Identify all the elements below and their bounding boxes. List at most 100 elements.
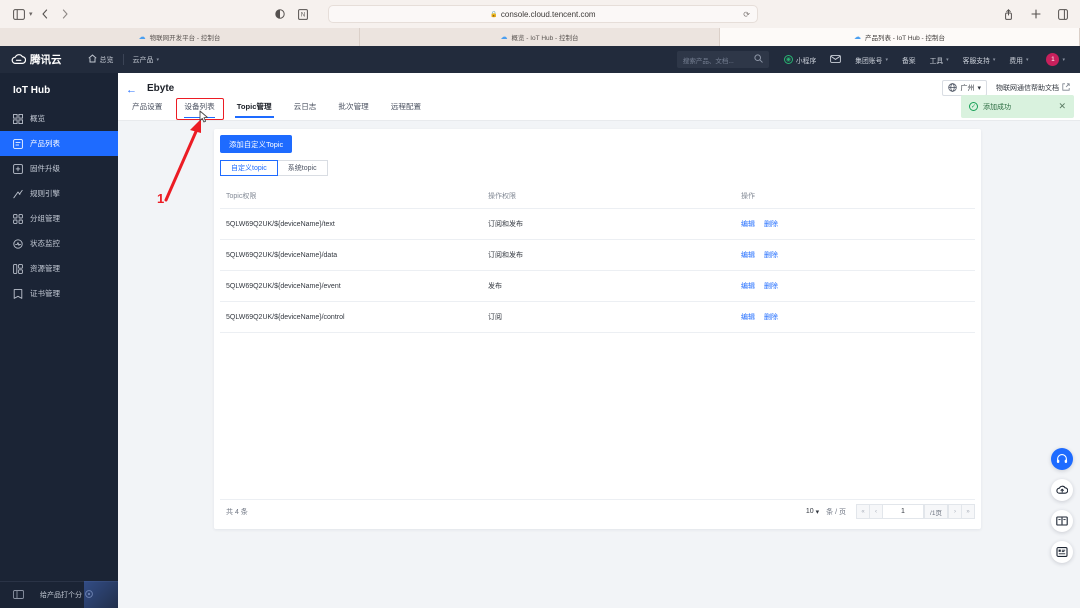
close-icon[interactable]: ✕: [1058, 101, 1066, 112]
sidebar-item-product-list[interactable]: 产品列表: [0, 131, 118, 156]
rule-engine-icon: [13, 189, 23, 199]
floating-action-buttons: [1051, 448, 1073, 563]
header-billing-label: 费用: [1009, 57, 1023, 65]
header-beian[interactable]: 备案: [895, 55, 923, 65]
external-link-icon: [1062, 83, 1070, 93]
tab-label: Topic管理: [236, 102, 272, 111]
page-title: Ebyte: [147, 83, 175, 94]
lock-icon: 🔒: [490, 11, 498, 18]
sidebar-caret-icon[interactable]: ▾: [29, 10, 33, 18]
nav-overview[interactable]: 总览: [79, 54, 123, 65]
help-doc-link[interactable]: 物联网通信帮助文档: [996, 83, 1070, 93]
header-miniprogram-label: 小程序: [795, 57, 817, 65]
sidebar-item-group-manage[interactable]: 分组管理: [0, 206, 118, 231]
cloud-upload-icon[interactable]: [1051, 479, 1073, 501]
header-support[interactable]: 客服支持 ▾: [956, 55, 1003, 65]
mouse-cursor-icon: [199, 110, 208, 123]
page-size-selector[interactable]: 10 ▾: [806, 508, 819, 516]
header-group-account[interactable]: 集团账号 ▾: [848, 55, 895, 65]
tab-remote-config[interactable]: 远程配置: [380, 101, 432, 118]
nav-cloud-products[interactable]: 云产品 ▾: [124, 55, 169, 65]
region-selector[interactable]: 广州 ▾: [942, 80, 987, 96]
browser-toolbar: ▾ N 🔒 console.cloud.tencent.com ⟳: [0, 0, 1080, 28]
delete-link[interactable]: 删除: [764, 252, 778, 259]
delete-link[interactable]: 删除: [764, 314, 778, 321]
home-icon: [87, 54, 97, 65]
tab-batch-management[interactable]: 批次管理: [327, 101, 379, 118]
forward-icon[interactable]: [58, 7, 73, 22]
sidebar-item-resource-manage[interactable]: 资源管理: [0, 256, 118, 281]
header-account-menu[interactable]: 1 ▾: [1035, 53, 1072, 66]
first-page-button[interactable]: «: [856, 504, 870, 519]
reload-icon[interactable]: ⟳: [743, 10, 750, 19]
browser-tab-3[interactable]: ☁ 产品列表 - IoT Hub - 控制台: [720, 28, 1080, 46]
delete-link[interactable]: 删除: [764, 221, 778, 228]
tab-cloud-log[interactable]: 云日志: [283, 101, 328, 118]
sidebar-title: IoT Hub: [13, 85, 51, 96]
rate-product-label: 给产品打个分: [40, 592, 82, 599]
pagination: 10 ▾ 条 / 页 « ‹ 1 /1页 › »: [806, 504, 975, 519]
sidebar-toggle-icon[interactable]: [11, 7, 26, 22]
next-page-button[interactable]: ›: [948, 504, 962, 519]
page-header: ← Ebyte 产品设置 设备列表 Topic管理 云日志 批次管理 远程配置: [118, 73, 1080, 121]
edit-link[interactable]: 编辑: [741, 252, 755, 259]
header-tools-label: 工具: [929, 57, 944, 65]
headset-support-icon[interactable]: [1051, 448, 1073, 470]
header-mail[interactable]: [823, 54, 848, 65]
collapse-icon[interactable]: [13, 589, 24, 601]
edit-link[interactable]: 编辑: [741, 314, 755, 321]
browser-tab-title: 产品列表 - IoT Hub - 控制台: [864, 35, 946, 42]
tab-label: 远程配置: [390, 102, 422, 111]
tab-label: 产品设置: [132, 102, 163, 111]
cloud-favicon-icon: ☁: [138, 33, 146, 41]
last-page-button[interactable]: »: [961, 504, 975, 519]
browser-tab-1[interactable]: ☁ 物联网开发平台 - 控制台: [0, 28, 360, 46]
notion-extension-icon[interactable]: N: [295, 7, 310, 22]
chevron-down-icon: ▾: [1062, 56, 1065, 63]
back-arrow-icon[interactable]: ←: [126, 84, 137, 96]
sidebar-item-label: 状态监控: [30, 239, 60, 248]
sidebar-item-rule-engine[interactable]: 规则引擎: [0, 181, 118, 206]
reader-icon[interactable]: [272, 7, 287, 22]
sidebar-item-status-monitor[interactable]: 状态监控: [0, 231, 118, 256]
edit-link[interactable]: 编辑: [741, 221, 755, 228]
column-header-permission: 操作权限: [482, 184, 735, 209]
global-search-input[interactable]: 搜索产品、文档...: [676, 51, 769, 68]
table-row: 5QLW69Q2UK/${deviceName}/control 订阅 编辑 删…: [220, 301, 975, 333]
browser-tab-title: 物联网开发平台 - 控制台: [149, 35, 221, 42]
new-tab-icon[interactable]: [1028, 7, 1043, 22]
sidebar-item-label: 固件升级: [30, 164, 60, 173]
header-tools[interactable]: 工具 ▾: [923, 55, 956, 65]
header-miniprogram[interactable]: ◉ 小程序: [777, 55, 823, 65]
cell-permission: 发布: [482, 270, 735, 302]
table-footer: 共 4 条 10 ▾ 条 / 页 « ‹ 1 /1页 › »: [220, 499, 975, 523]
delete-link[interactable]: 删除: [764, 283, 778, 290]
sidebar-item-label: 规则引擎: [30, 189, 60, 198]
sidebar-item-label: 证书管理: [30, 289, 60, 298]
task-list-icon[interactable]: [1051, 541, 1073, 563]
cell-actions: 编辑 删除: [735, 301, 975, 333]
share-icon[interactable]: [1001, 7, 1016, 22]
sidebar-item-overview[interactable]: 概览: [0, 106, 118, 131]
back-icon[interactable]: [38, 7, 53, 22]
sidebar: IoT Hub 概览 产品列表 固件升级 规则引擎 分组管理 状态监控 资源管理…: [0, 73, 118, 608]
header-billing[interactable]: 费用 ▾: [1002, 55, 1035, 65]
table-row: 5QLW69Q2UK/${deviceName}/text 订阅和发布 编辑 删…: [220, 208, 975, 240]
page-number-input[interactable]: 1: [882, 504, 924, 519]
globe-icon: [948, 82, 958, 94]
prev-page-button[interactable]: ‹: [869, 504, 883, 519]
address-bar[interactable]: 🔒 console.cloud.tencent.com ⟳: [328, 5, 758, 23]
segment-system-topic[interactable]: 系统topic: [276, 160, 328, 176]
grid-icon: [13, 113, 23, 124]
sidebar-item-label: 分组管理: [30, 214, 60, 223]
edit-link[interactable]: 编辑: [741, 283, 755, 290]
sidebar-item-firmware-upgrade[interactable]: 固件升级: [0, 156, 118, 181]
sidebar-item-certificate[interactable]: 证书管理: [0, 281, 118, 306]
search-icon[interactable]: [754, 54, 763, 65]
documentation-book-icon[interactable]: [1051, 510, 1073, 532]
tencent-cloud-logo[interactable]: 腾讯云: [11, 52, 62, 67]
cell-actions: 编辑 删除: [735, 270, 975, 302]
show-tabs-icon[interactable]: [1055, 7, 1070, 22]
browser-tab-2[interactable]: ☁ 概览 - IoT Hub - 控制台: [360, 28, 720, 46]
product-list-icon: [13, 138, 23, 149]
